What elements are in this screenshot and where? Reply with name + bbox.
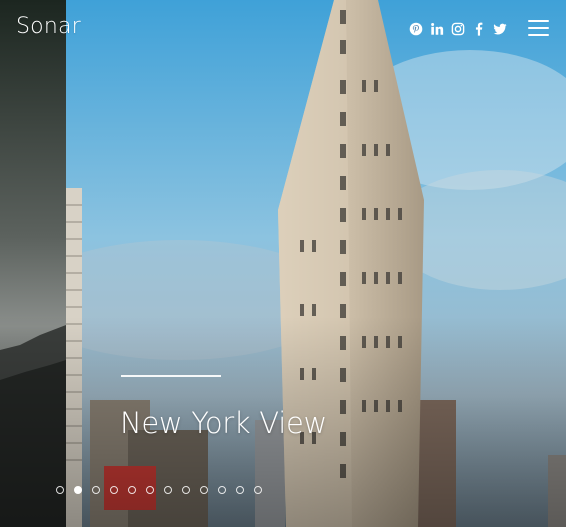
pinterest-icon[interactable] xyxy=(408,22,423,37)
slide-title: New York View xyxy=(120,406,327,440)
slider-dot[interactable] xyxy=(182,486,190,494)
slider-pagination xyxy=(56,486,262,494)
slider-dot[interactable] xyxy=(128,486,136,494)
slider-dot[interactable] xyxy=(146,486,154,494)
slider-dot[interactable] xyxy=(164,486,172,494)
social-links xyxy=(408,20,507,38)
slider-dot[interactable] xyxy=(110,486,118,494)
title-accent-line xyxy=(121,375,221,377)
slider-dot[interactable] xyxy=(92,486,100,494)
hero-image xyxy=(0,0,566,527)
brand-logo[interactable]: Sonar xyxy=(16,14,81,39)
slider-dot[interactable] xyxy=(254,486,262,494)
instagram-icon[interactable] xyxy=(450,22,465,37)
slider-dot[interactable] xyxy=(218,486,226,494)
linkedin-icon[interactable] xyxy=(429,22,444,37)
slider-dot[interactable] xyxy=(236,486,244,494)
slider-dot[interactable] xyxy=(200,486,208,494)
slider-dot[interactable] xyxy=(74,486,82,494)
hamburger-icon[interactable] xyxy=(528,20,549,37)
slider-dot[interactable] xyxy=(56,486,64,494)
twitter-icon[interactable] xyxy=(492,22,507,37)
facebook-icon[interactable] xyxy=(471,22,486,37)
hero-slider: Sonar New York View xyxy=(0,0,566,527)
